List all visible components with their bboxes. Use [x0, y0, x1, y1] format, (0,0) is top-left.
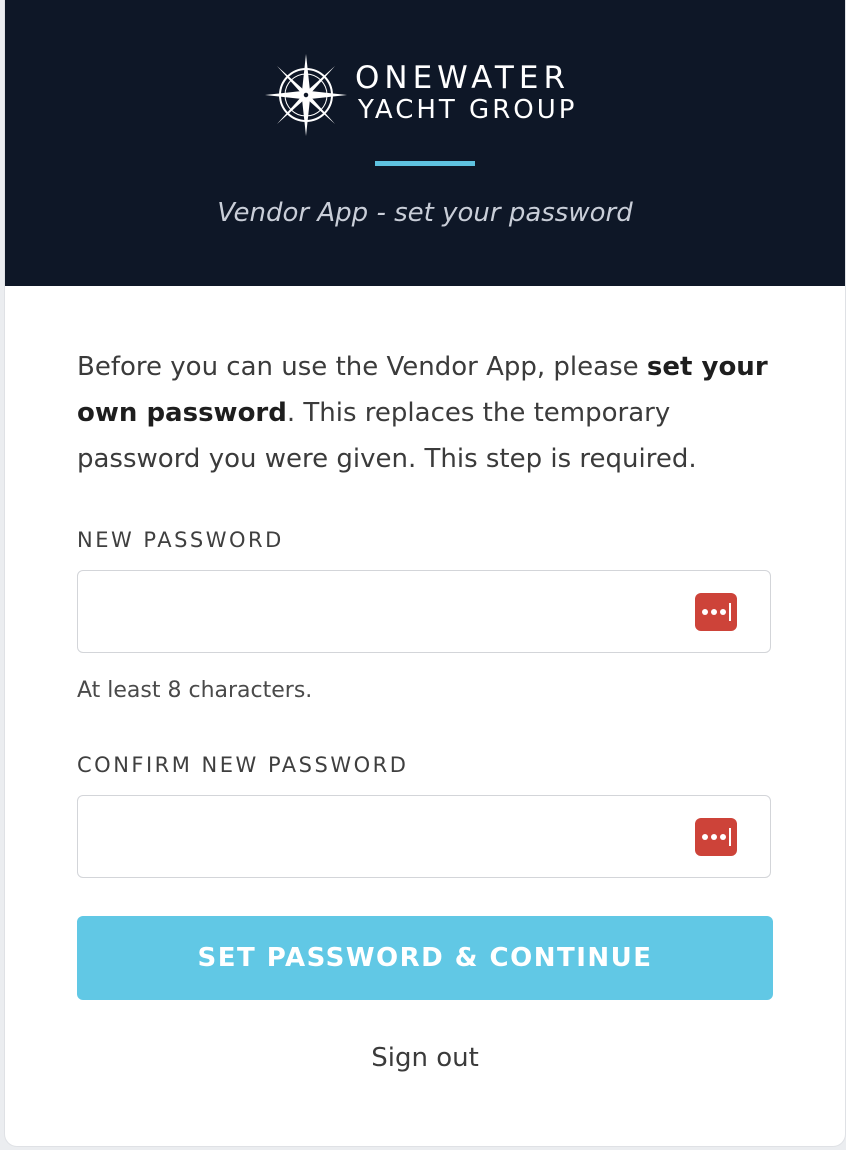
password-card: ONEWATER YACHT GROUP Vendor App - set yo…: [5, 0, 845, 1146]
confirm-password-field-wrapper: [77, 795, 771, 878]
intro-text-part1: Before you can use the Vendor App, pleas…: [77, 352, 647, 382]
card-header: ONEWATER YACHT GROUP Vendor App - set yo…: [5, 0, 845, 286]
brand-logo: ONEWATER YACHT GROUP: [263, 52, 603, 138]
set-password-continue-button[interactable]: SET PASSWORD & CONTINUE: [77, 916, 773, 1000]
confirm-password-input[interactable]: [96, 816, 680, 858]
brand-tagline: YACHT GROUP: [358, 95, 578, 125]
confirm-password-label: CONFIRM NEW PASSWORD: [77, 753, 409, 777]
password-manager-icon[interactable]: [695, 818, 737, 856]
password-hint: At least 8 characters.: [77, 678, 313, 703]
password-manager-icon[interactable]: [695, 593, 737, 631]
new-password-input[interactable]: [96, 591, 680, 633]
new-password-field-wrapper: [77, 570, 771, 653]
intro-section: Before you can use the Vendor App, pleas…: [77, 344, 773, 482]
brand-name: ONEWATER: [355, 60, 570, 96]
intro-text: Before you can use the Vendor App, pleas…: [77, 344, 777, 482]
new-password-label: NEW PASSWORD: [77, 528, 284, 552]
page-subtitle: Vendor App - set your password: [217, 198, 633, 228]
accent-divider: [375, 161, 475, 166]
compass-rose-icon: [265, 54, 347, 136]
sign-out-link[interactable]: Sign out: [5, 1041, 845, 1075]
